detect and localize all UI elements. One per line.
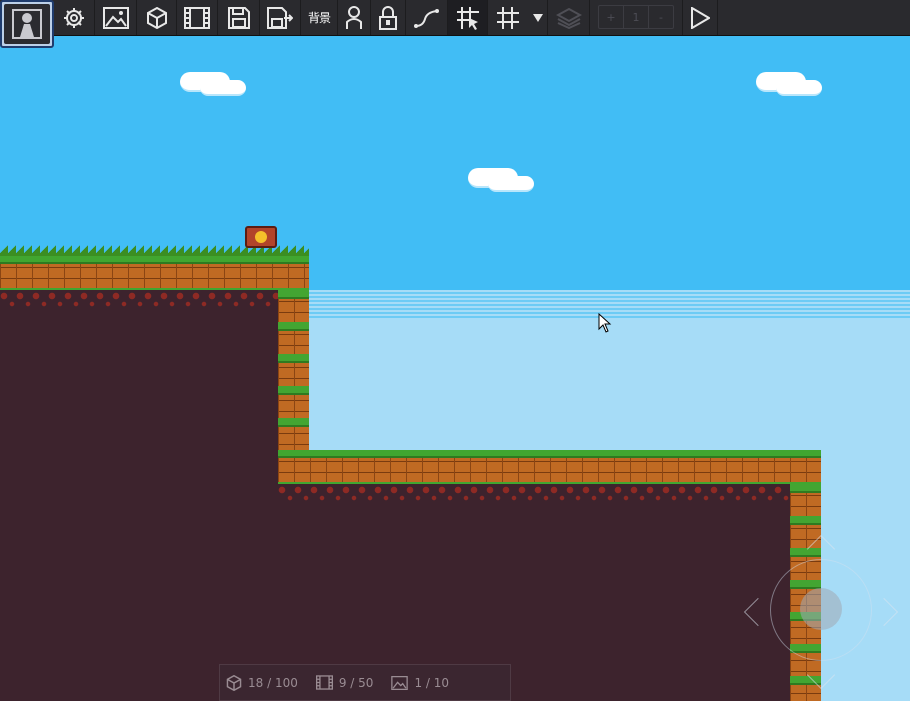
joystick-knob[interactable] [800, 588, 842, 630]
joystick-down-arrow [806, 660, 836, 690]
ground-tiles [0, 256, 309, 290]
objects-count-label: 18 / 100 [248, 675, 298, 690]
resource-counter-bar: 18 / 100 9 / 50 1 / 10 [219, 664, 511, 701]
settings-icon[interactable] [54, 0, 95, 35]
film-icon [315, 675, 333, 690]
images-count-label: 1 / 10 [414, 675, 450, 690]
layer-decrement-button[interactable]: - [649, 6, 673, 28]
virtual-joystick[interactable] [740, 531, 910, 701]
grid-select-icon[interactable] [448, 0, 488, 35]
path-icon[interactable] [406, 0, 448, 35]
image-icon[interactable] [95, 0, 137, 35]
background-label: 背景 [307, 11, 331, 25]
dropdown-arrow-icon[interactable] [528, 0, 548, 35]
background-button[interactable]: 背景 [301, 0, 338, 35]
grid-icon[interactable] [488, 0, 528, 35]
play-icon[interactable] [682, 0, 718, 35]
cloud [180, 72, 246, 96]
dirt-roots [0, 290, 278, 312]
animations-count: 9 / 50 [315, 675, 374, 690]
person-icon[interactable] [338, 0, 371, 35]
animations-count-label: 9 / 50 [338, 675, 374, 690]
toolbar: 背景 + 1 - [0, 0, 910, 48]
logo-icon[interactable] [0, 0, 54, 48]
images-count: 1 / 10 [391, 675, 450, 690]
joystick-right-arrow [869, 597, 899, 627]
layer-stepper[interactable]: + 1 - [598, 5, 674, 29]
cube-icon[interactable] [137, 0, 177, 35]
layer-increment-button[interactable]: + [599, 6, 624, 28]
ground-tiles [278, 450, 821, 484]
layer-value: 1 [624, 6, 649, 28]
ground-wall [278, 290, 309, 450]
objects-count: 18 / 100 [226, 674, 298, 691]
lock-icon[interactable] [371, 0, 406, 35]
export-icon[interactable] [260, 0, 301, 35]
cube-icon [226, 674, 242, 691]
image-icon [391, 675, 409, 690]
mouse-cursor-icon [598, 312, 612, 337]
cloud [468, 168, 534, 192]
layers-icon[interactable] [548, 0, 590, 35]
save-icon[interactable] [218, 0, 260, 35]
dirt-roots [278, 484, 790, 506]
dirt-fill [0, 312, 278, 701]
joystick-left-arrow [743, 597, 773, 627]
cloud [756, 72, 822, 96]
film-icon[interactable] [177, 0, 218, 35]
treasure-chest[interactable] [245, 226, 277, 248]
